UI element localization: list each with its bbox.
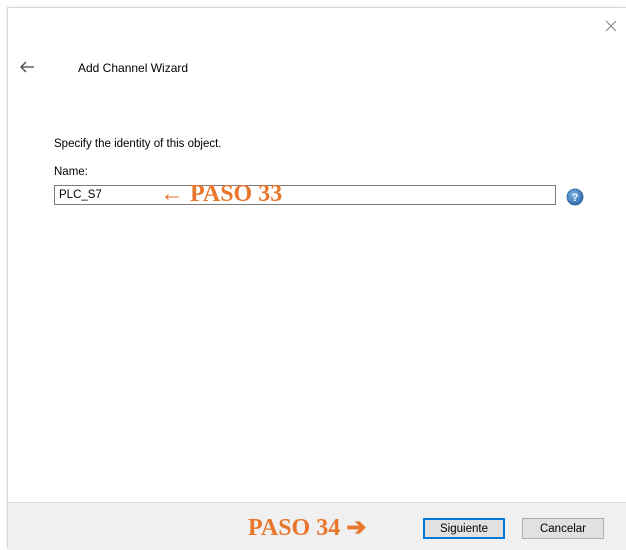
name-label: Name: <box>54 166 88 178</box>
step-34-annotation: PASO 34 ➔ <box>248 515 367 541</box>
wizard-title: Add Channel Wizard <box>78 61 189 75</box>
wizard-footer: PASO 34 ➔ Siguiente Cancelar <box>8 502 626 550</box>
help-icon[interactable]: ? <box>566 188 584 206</box>
next-button[interactable]: Siguiente <box>423 518 505 539</box>
add-channel-wizard-dialog: Add Channel Wizard Specify the identity … <box>7 7 626 550</box>
cancel-button[interactable]: Cancelar <box>522 518 604 539</box>
back-arrow-icon[interactable] <box>18 60 36 74</box>
name-input[interactable] <box>54 185 556 205</box>
close-icon[interactable] <box>603 18 619 34</box>
svg-text:?: ? <box>572 192 579 204</box>
identity-prompt: Specify the identity of this object. <box>54 138 222 150</box>
